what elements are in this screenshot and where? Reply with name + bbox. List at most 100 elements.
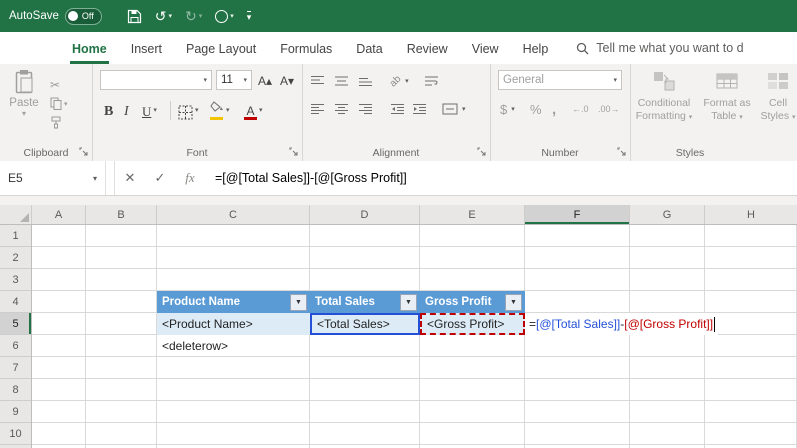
cell-e5-referenced[interactable]: <Gross Profit> [420, 313, 525, 335]
column-header-b[interactable]: B [86, 205, 157, 224]
cell-grid[interactable]: Product Name ▼ Total Sales ▼ Gross Profi… [32, 225, 797, 448]
column-header-g[interactable]: G [630, 205, 705, 224]
column-header-f[interactable]: F [525, 205, 630, 224]
tell-me-search[interactable]: Tell me what you want to d [576, 41, 744, 64]
row-header-4[interactable]: 4 [0, 291, 31, 313]
row-header-1[interactable]: 1 [0, 225, 31, 247]
font-size-caret[interactable]: ▾ [243, 76, 247, 84]
copy-dropdown-caret[interactable]: ▾ [64, 100, 68, 108]
font-name-caret[interactable]: ▾ [203, 76, 207, 84]
paste-dropdown-caret[interactable]: ▾ [4, 109, 44, 118]
format-as-table-caret[interactable]: ▾ [739, 114, 743, 121]
column-header-h[interactable]: H [705, 205, 797, 224]
tab-formulas[interactable]: Formulas [268, 42, 344, 64]
name-box-caret[interactable]: ▾ [93, 174, 97, 183]
font-name-combobox[interactable]: ▾ [100, 70, 212, 90]
cancel-button[interactable]: ✕ [115, 161, 145, 195]
align-top-button[interactable] [310, 72, 325, 90]
autosave-toggle[interactable]: AutoSave Off [0, 7, 112, 25]
filter-button-gross-profit[interactable]: ▼ [505, 293, 522, 311]
row-header-7[interactable]: 7 [0, 357, 31, 379]
row-header-2[interactable]: 2 [0, 247, 31, 269]
tab-help[interactable]: Help [511, 42, 561, 64]
tab-data[interactable]: Data [344, 42, 394, 64]
align-left-button[interactable] [310, 100, 325, 118]
underline-button[interactable]: U ▾ [142, 100, 157, 120]
row-header-5[interactable]: 5 [0, 313, 31, 335]
filter-button-total-sales[interactable]: ▼ [400, 293, 417, 311]
row-header-3[interactable]: 3 [0, 269, 31, 291]
column-header-a[interactable]: A [32, 205, 86, 224]
table-header-gross-profit[interactable]: Gross Profit ▼ [420, 291, 525, 313]
undo-dropdown-caret[interactable]: ▾ [168, 12, 172, 20]
table-header-total-sales[interactable]: Total Sales ▼ [310, 291, 420, 313]
cut-button[interactable]: ✂ [50, 76, 88, 93]
accounting-format-caret[interactable]: ▾ [511, 105, 515, 113]
clipboard-dialog-launcher[interactable] [79, 147, 89, 157]
cell-styles-caret[interactable]: ▾ [792, 114, 796, 121]
percent-style-button[interactable]: % [530, 100, 542, 118]
cell-c5[interactable]: <Product Name> [157, 313, 310, 335]
increase-decimal-button[interactable]: ←.0 [572, 100, 589, 118]
accounting-format-button[interactable]: $ ▾ [500, 100, 515, 118]
font-color-caret[interactable]: ▾ [259, 106, 263, 114]
increase-font-size-button[interactable]: A▴ [258, 72, 272, 90]
fill-color-caret[interactable]: ▾ [226, 106, 230, 114]
font-size-combobox[interactable]: 11 ▾ [216, 70, 252, 90]
tab-insert[interactable]: Insert [119, 42, 174, 64]
merge-center-caret[interactable]: ▾ [462, 105, 466, 113]
decrease-decimal-button[interactable]: .00→ [598, 100, 620, 118]
quick-access-extra-button[interactable]: ▾ [210, 3, 239, 29]
row-header-6[interactable]: 6 [0, 335, 31, 357]
italic-button[interactable]: I [124, 100, 129, 120]
tab-home[interactable]: Home [60, 42, 119, 64]
cell-styles-button[interactable]: Cell Styles ▾ [758, 69, 797, 151]
column-header-d[interactable]: D [310, 205, 420, 224]
borders-caret[interactable]: ▾ [195, 106, 199, 114]
number-dialog-launcher[interactable] [617, 147, 627, 157]
name-box[interactable]: E5 ▾ [0, 161, 106, 195]
cell-d5-referenced[interactable]: <Total Sales> [310, 313, 420, 335]
tab-page-layout[interactable]: Page Layout [174, 42, 268, 64]
cell-f5-editing[interactable]: = [@[Total Sales]] - [@[Gross Profit]] [525, 313, 719, 335]
row-header-8[interactable]: 8 [0, 379, 31, 401]
merge-center-button[interactable]: ▾ [442, 100, 466, 118]
comma-style-button[interactable]: , [552, 100, 556, 118]
tab-view[interactable]: View [460, 42, 511, 64]
copy-button[interactable]: ▾ [50, 95, 88, 112]
align-right-button[interactable] [358, 100, 373, 118]
format-as-table-button[interactable]: Format as Table ▾ [698, 69, 756, 151]
conditional-formatting-button[interactable]: Conditional Formatting ▾ [632, 69, 696, 151]
row-header-10[interactable]: 10 [0, 423, 31, 445]
redo-button[interactable]: ↻ ▾ [180, 3, 207, 29]
worksheet[interactable]: A B C D E F G H 1 2 3 4 5 6 7 8 9 10 Pro… [0, 205, 797, 448]
save-button[interactable] [122, 3, 147, 29]
quick-access-extra-caret[interactable]: ▾ [230, 12, 234, 20]
column-header-c[interactable]: C [157, 205, 310, 224]
number-format-caret[interactable]: ▾ [613, 76, 617, 84]
bold-button[interactable]: B [104, 100, 113, 120]
increase-indent-button[interactable] [412, 100, 427, 118]
row-header-9[interactable]: 9 [0, 401, 31, 423]
alignment-dialog-launcher[interactable] [477, 147, 487, 157]
font-dialog-launcher[interactable] [289, 147, 299, 157]
table-header-product-name[interactable]: Product Name ▼ [157, 291, 310, 313]
formula-input[interactable]: =[@[Total Sales]]-[@[Gross Profit]] [205, 161, 797, 195]
filter-button-product-name[interactable]: ▼ [290, 293, 307, 311]
undo-button[interactable]: ↺ ▾ [150, 3, 177, 29]
align-center-button[interactable] [334, 100, 349, 118]
column-header-e[interactable]: E [420, 205, 525, 224]
align-middle-button[interactable] [334, 72, 349, 90]
enter-button[interactable]: ✓ [145, 161, 175, 195]
insert-function-button[interactable]: fx [175, 161, 205, 195]
paste-button[interactable]: Paste ▾ [4, 69, 44, 147]
fill-color-button[interactable]: ▾ [210, 100, 230, 120]
conditional-formatting-caret[interactable]: ▾ [689, 114, 693, 121]
number-format-combobox[interactable]: General ▾ [498, 70, 622, 90]
decrease-indent-button[interactable] [390, 100, 405, 118]
wrap-text-button[interactable] [424, 72, 439, 90]
font-color-button[interactable]: A ▾ [244, 100, 263, 120]
underline-caret[interactable]: ▾ [153, 106, 157, 114]
borders-button[interactable]: ▾ [178, 100, 199, 120]
autosave-switch[interactable]: Off [64, 7, 102, 25]
